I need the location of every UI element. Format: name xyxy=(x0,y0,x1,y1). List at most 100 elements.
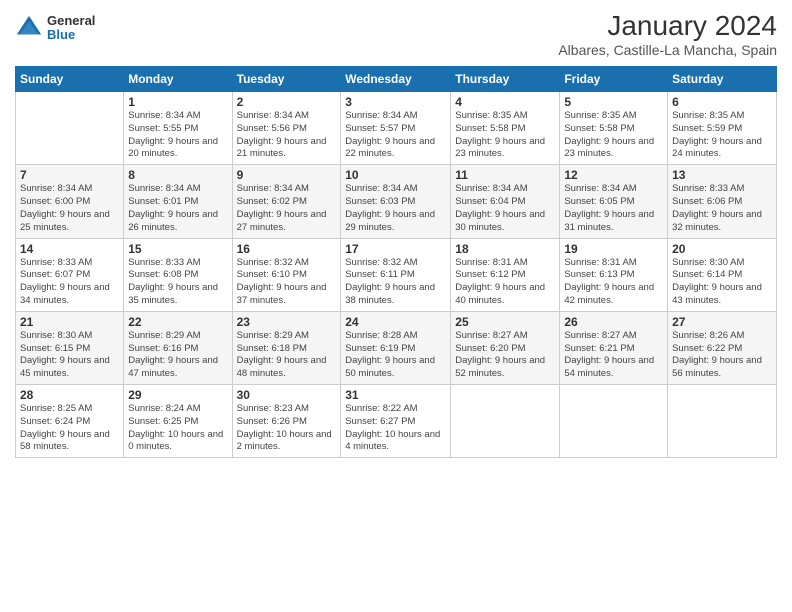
day-number: 1 xyxy=(128,95,227,109)
calendar-cell: 31Sunrise: 8:22 AMSunset: 6:27 PMDayligh… xyxy=(341,385,451,458)
calendar-cell: 26Sunrise: 8:27 AMSunset: 6:21 PMDayligh… xyxy=(560,311,668,384)
day-info: Sunrise: 8:26 AMSunset: 6:22 PMDaylight:… xyxy=(672,330,772,381)
day-header-thursday: Thursday xyxy=(451,67,560,92)
calendar-cell: 24Sunrise: 8:28 AMSunset: 6:19 PMDayligh… xyxy=(341,311,451,384)
day-number: 27 xyxy=(672,315,772,329)
calendar-cell: 15Sunrise: 8:33 AMSunset: 6:08 PMDayligh… xyxy=(124,238,232,311)
day-info: Sunrise: 8:35 AMSunset: 5:59 PMDaylight:… xyxy=(672,110,772,161)
day-number: 26 xyxy=(564,315,663,329)
day-info: Sunrise: 8:30 AMSunset: 6:14 PMDaylight:… xyxy=(672,257,772,308)
calendar-cell: 13Sunrise: 8:33 AMSunset: 6:06 PMDayligh… xyxy=(668,165,777,238)
day-number: 29 xyxy=(128,388,227,402)
day-number: 7 xyxy=(20,168,119,182)
calendar-cell: 11Sunrise: 8:34 AMSunset: 6:04 PMDayligh… xyxy=(451,165,560,238)
calendar-cell: 1Sunrise: 8:34 AMSunset: 5:55 PMDaylight… xyxy=(124,92,232,165)
calendar-cell: 17Sunrise: 8:32 AMSunset: 6:11 PMDayligh… xyxy=(341,238,451,311)
day-header-monday: Monday xyxy=(124,67,232,92)
calendar-week-row: 21Sunrise: 8:30 AMSunset: 6:15 PMDayligh… xyxy=(16,311,777,384)
day-number: 2 xyxy=(237,95,337,109)
calendar-cell: 23Sunrise: 8:29 AMSunset: 6:18 PMDayligh… xyxy=(232,311,341,384)
day-number: 18 xyxy=(455,242,555,256)
calendar-week-row: 28Sunrise: 8:25 AMSunset: 6:24 PMDayligh… xyxy=(16,385,777,458)
day-info: Sunrise: 8:34 AMSunset: 6:02 PMDaylight:… xyxy=(237,183,337,234)
calendar-week-row: 1Sunrise: 8:34 AMSunset: 5:55 PMDaylight… xyxy=(16,92,777,165)
day-info: Sunrise: 8:32 AMSunset: 6:11 PMDaylight:… xyxy=(345,257,446,308)
calendar-cell: 22Sunrise: 8:29 AMSunset: 6:16 PMDayligh… xyxy=(124,311,232,384)
calendar-cell: 21Sunrise: 8:30 AMSunset: 6:15 PMDayligh… xyxy=(16,311,124,384)
logo-icon xyxy=(15,14,43,42)
calendar-cell xyxy=(560,385,668,458)
day-number: 4 xyxy=(455,95,555,109)
day-info: Sunrise: 8:32 AMSunset: 6:10 PMDaylight:… xyxy=(237,257,337,308)
day-info: Sunrise: 8:33 AMSunset: 6:08 PMDaylight:… xyxy=(128,257,227,308)
month-title: January 2024 xyxy=(558,10,777,42)
calendar-cell: 14Sunrise: 8:33 AMSunset: 6:07 PMDayligh… xyxy=(16,238,124,311)
day-info: Sunrise: 8:30 AMSunset: 6:15 PMDaylight:… xyxy=(20,330,119,381)
calendar-cell: 7Sunrise: 8:34 AMSunset: 6:00 PMDaylight… xyxy=(16,165,124,238)
calendar-cell: 6Sunrise: 8:35 AMSunset: 5:59 PMDaylight… xyxy=(668,92,777,165)
day-info: Sunrise: 8:34 AMSunset: 5:56 PMDaylight:… xyxy=(237,110,337,161)
day-header-friday: Friday xyxy=(560,67,668,92)
location: Albares, Castille-La Mancha, Spain xyxy=(558,42,777,58)
header-row: SundayMondayTuesdayWednesdayThursdayFrid… xyxy=(16,67,777,92)
day-number: 28 xyxy=(20,388,119,402)
day-number: 25 xyxy=(455,315,555,329)
calendar-cell: 30Sunrise: 8:23 AMSunset: 6:26 PMDayligh… xyxy=(232,385,341,458)
day-header-saturday: Saturday xyxy=(668,67,777,92)
day-number: 19 xyxy=(564,242,663,256)
calendar-cell: 20Sunrise: 8:30 AMSunset: 6:14 PMDayligh… xyxy=(668,238,777,311)
calendar-cell: 25Sunrise: 8:27 AMSunset: 6:20 PMDayligh… xyxy=(451,311,560,384)
day-header-wednesday: Wednesday xyxy=(341,67,451,92)
calendar-week-row: 14Sunrise: 8:33 AMSunset: 6:07 PMDayligh… xyxy=(16,238,777,311)
day-number: 30 xyxy=(237,388,337,402)
header: General Blue January 2024 Albares, Casti… xyxy=(15,10,777,58)
day-info: Sunrise: 8:33 AMSunset: 6:06 PMDaylight:… xyxy=(672,183,772,234)
calendar-cell: 10Sunrise: 8:34 AMSunset: 6:03 PMDayligh… xyxy=(341,165,451,238)
calendar-cell: 27Sunrise: 8:26 AMSunset: 6:22 PMDayligh… xyxy=(668,311,777,384)
calendar-cell: 12Sunrise: 8:34 AMSunset: 6:05 PMDayligh… xyxy=(560,165,668,238)
calendar-cell: 9Sunrise: 8:34 AMSunset: 6:02 PMDaylight… xyxy=(232,165,341,238)
day-info: Sunrise: 8:23 AMSunset: 6:26 PMDaylight:… xyxy=(237,403,337,454)
day-number: 12 xyxy=(564,168,663,182)
day-info: Sunrise: 8:35 AMSunset: 5:58 PMDaylight:… xyxy=(564,110,663,161)
calendar-cell: 8Sunrise: 8:34 AMSunset: 6:01 PMDaylight… xyxy=(124,165,232,238)
calendar-cell: 29Sunrise: 8:24 AMSunset: 6:25 PMDayligh… xyxy=(124,385,232,458)
calendar-cell: 4Sunrise: 8:35 AMSunset: 5:58 PMDaylight… xyxy=(451,92,560,165)
calendar-cell: 28Sunrise: 8:25 AMSunset: 6:24 PMDayligh… xyxy=(16,385,124,458)
day-number: 24 xyxy=(345,315,446,329)
day-number: 17 xyxy=(345,242,446,256)
day-info: Sunrise: 8:34 AMSunset: 6:01 PMDaylight:… xyxy=(128,183,227,234)
calendar-table: SundayMondayTuesdayWednesdayThursdayFrid… xyxy=(15,66,777,458)
calendar-cell: 19Sunrise: 8:31 AMSunset: 6:13 PMDayligh… xyxy=(560,238,668,311)
day-info: Sunrise: 8:33 AMSunset: 6:07 PMDaylight:… xyxy=(20,257,119,308)
day-info: Sunrise: 8:31 AMSunset: 6:12 PMDaylight:… xyxy=(455,257,555,308)
day-number: 23 xyxy=(237,315,337,329)
day-number: 5 xyxy=(564,95,663,109)
day-info: Sunrise: 8:24 AMSunset: 6:25 PMDaylight:… xyxy=(128,403,227,454)
day-number: 13 xyxy=(672,168,772,182)
day-number: 21 xyxy=(20,315,119,329)
day-info: Sunrise: 8:29 AMSunset: 6:18 PMDaylight:… xyxy=(237,330,337,381)
day-number: 31 xyxy=(345,388,446,402)
calendar-cell: 3Sunrise: 8:34 AMSunset: 5:57 PMDaylight… xyxy=(341,92,451,165)
day-number: 10 xyxy=(345,168,446,182)
day-info: Sunrise: 8:34 AMSunset: 6:04 PMDaylight:… xyxy=(455,183,555,234)
day-number: 16 xyxy=(237,242,337,256)
day-number: 14 xyxy=(20,242,119,256)
day-info: Sunrise: 8:34 AMSunset: 6:05 PMDaylight:… xyxy=(564,183,663,234)
day-header-tuesday: Tuesday xyxy=(232,67,341,92)
day-info: Sunrise: 8:29 AMSunset: 6:16 PMDaylight:… xyxy=(128,330,227,381)
day-number: 22 xyxy=(128,315,227,329)
day-header-sunday: Sunday xyxy=(16,67,124,92)
day-info: Sunrise: 8:34 AMSunset: 6:00 PMDaylight:… xyxy=(20,183,119,234)
day-info: Sunrise: 8:28 AMSunset: 6:19 PMDaylight:… xyxy=(345,330,446,381)
day-number: 15 xyxy=(128,242,227,256)
calendar-week-row: 7Sunrise: 8:34 AMSunset: 6:00 PMDaylight… xyxy=(16,165,777,238)
day-number: 20 xyxy=(672,242,772,256)
day-info: Sunrise: 8:35 AMSunset: 5:58 PMDaylight:… xyxy=(455,110,555,161)
day-number: 11 xyxy=(455,168,555,182)
day-number: 9 xyxy=(237,168,337,182)
calendar-cell: 16Sunrise: 8:32 AMSunset: 6:10 PMDayligh… xyxy=(232,238,341,311)
logo: General Blue xyxy=(15,14,95,43)
day-info: Sunrise: 8:34 AMSunset: 5:57 PMDaylight:… xyxy=(345,110,446,161)
